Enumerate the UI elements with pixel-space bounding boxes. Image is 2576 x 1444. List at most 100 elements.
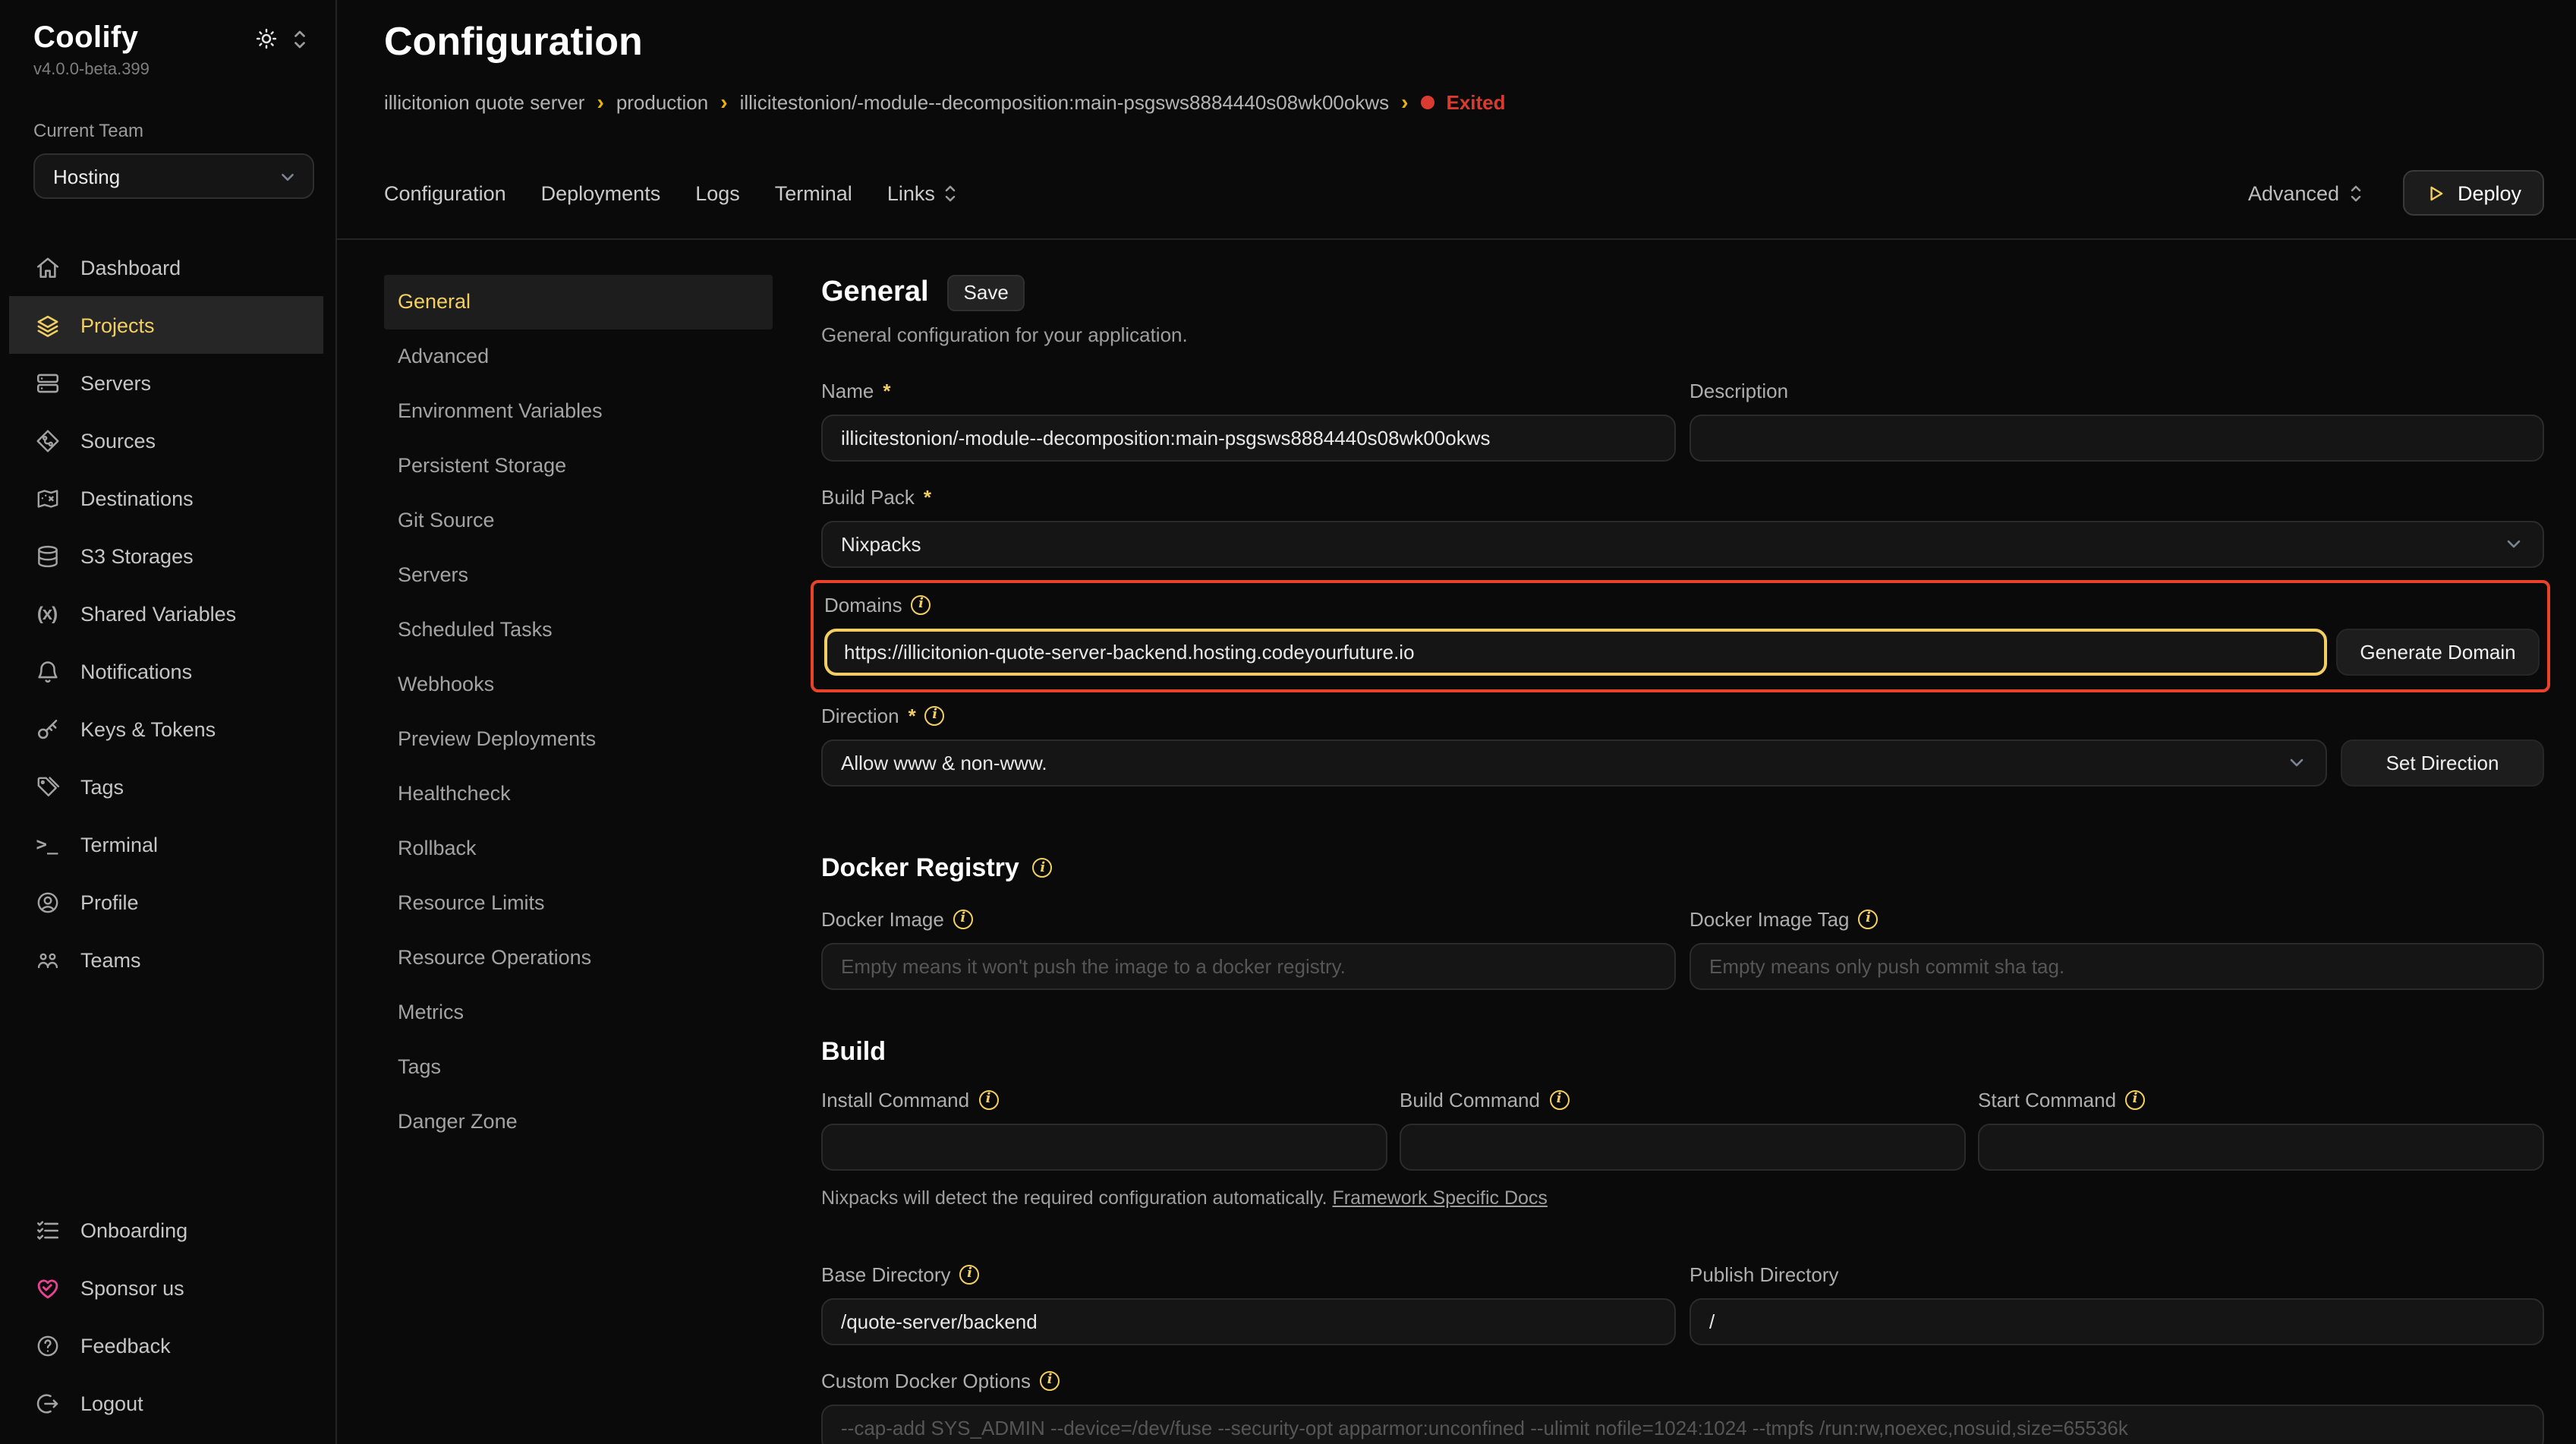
sidebar-item-onboarding[interactable]: Onboarding	[9, 1201, 323, 1259]
sidebar: Coolify v4.0.0-beta.399 Current Team Hos…	[0, 0, 337, 1444]
name-input[interactable]	[821, 415, 1676, 462]
layers-icon	[33, 311, 61, 339]
subnav-item-rollback[interactable]: Rollback	[384, 821, 773, 876]
tab-logs[interactable]: Logs	[695, 181, 740, 204]
general-form: General Save General configuration for y…	[821, 275, 2544, 1444]
database-icon	[33, 542, 61, 569]
section-title-general: General	[821, 276, 929, 310]
user-icon	[33, 888, 61, 916]
sidebar-item-servers[interactable]: Servers	[9, 354, 323, 411]
subnav-item-metrics[interactable]: Metrics	[384, 985, 773, 1040]
name-label: Name	[821, 380, 874, 402]
sidebar-item-projects[interactable]: Projects	[9, 296, 323, 354]
docker-image-label: Docker Image	[821, 908, 944, 931]
chevron-right-icon: ›	[597, 89, 603, 113]
subnav-item-scheduled-tasks[interactable]: Scheduled Tasks	[384, 603, 773, 657]
sidebar-item-teams[interactable]: Teams	[9, 931, 323, 988]
chevron-right-icon: ›	[720, 89, 727, 113]
subnav-item-persistent-storage[interactable]: Persistent Storage	[384, 439, 773, 493]
info-icon[interactable]: i	[953, 910, 973, 929]
build-pack-select[interactable]: Nixpacks	[821, 521, 2544, 568]
sidebar-item-dashboard[interactable]: Dashboard	[9, 238, 323, 296]
domains-input[interactable]	[824, 629, 2327, 676]
sidebar-item-feedback[interactable]: Feedback	[9, 1316, 323, 1374]
sidebar-item-notifications[interactable]: Notifications	[9, 642, 323, 700]
info-icon[interactable]: i	[1033, 859, 1053, 878]
subnav-item-advanced[interactable]: Advanced	[384, 329, 773, 384]
sidebar-item-shared-variables[interactable]: (x) Shared Variables	[9, 585, 323, 642]
subnav-item-general[interactable]: General	[384, 275, 773, 329]
server-icon	[33, 369, 61, 396]
subnav-item-resource-limits[interactable]: Resource Limits	[384, 876, 773, 931]
breadcrumb-application[interactable]: illicitestonion/-module--decomposition:m…	[740, 91, 1390, 114]
advanced-dropdown[interactable]: Advanced	[2248, 181, 2363, 204]
build-command-label: Build Command	[1400, 1089, 1540, 1111]
info-icon[interactable]: i	[1859, 910, 1878, 929]
sidebar-item-profile[interactable]: Profile	[9, 873, 323, 931]
framework-docs-link[interactable]: Framework Specific Docs	[1333, 1187, 1548, 1209]
tab-terminal[interactable]: Terminal	[775, 181, 852, 204]
deploy-button[interactable]: Deploy	[2403, 170, 2544, 216]
sidebar-item-terminal[interactable]: >_ Terminal	[9, 815, 323, 873]
info-icon[interactable]: i	[2125, 1090, 2145, 1110]
app-version: v4.0.0-beta.399	[33, 61, 150, 79]
info-icon[interactable]: i	[1549, 1090, 1569, 1110]
save-button[interactable]: Save	[947, 275, 1025, 311]
base-directory-input[interactable]	[821, 1298, 1676, 1345]
direction-label: Direction	[821, 705, 899, 727]
base-directory-label: Base Directory	[821, 1263, 951, 1286]
info-icon[interactable]: i	[978, 1090, 998, 1110]
install-command-input[interactable]	[821, 1124, 1387, 1171]
sidebar-item-s3-storages[interactable]: S3 Storages	[9, 527, 323, 585]
subnav-item-tags[interactable]: Tags	[384, 1040, 773, 1095]
sidebar-nav: Dashboard Projects Servers Sources	[9, 238, 323, 988]
team-select[interactable]: Hosting	[33, 153, 314, 199]
tab-deployments[interactable]: Deployments	[541, 181, 661, 204]
sidebar-item-keys-tokens[interactable]: Keys & Tokens	[9, 700, 323, 758]
sidebar-item-tags[interactable]: Tags	[9, 758, 323, 815]
custom-docker-options-input[interactable]	[821, 1405, 2544, 1444]
chevron-right-icon: ›	[1401, 89, 1408, 113]
info-icon[interactable]: i	[912, 595, 931, 615]
generate-domain-button[interactable]: Generate Domain	[2336, 629, 2540, 676]
breadcrumb-project[interactable]: illicitonion quote server	[384, 91, 584, 114]
subnav-item-preview-deployments[interactable]: Preview Deployments	[384, 712, 773, 767]
build-command-input[interactable]	[1400, 1124, 1966, 1171]
docker-image-tag-input[interactable]	[1690, 943, 2544, 990]
direction-select[interactable]: Allow www & non-www.	[821, 739, 2327, 787]
chevron-up-down-icon[interactable]	[291, 28, 308, 49]
sidebar-item-logout[interactable]: Logout	[9, 1374, 323, 1432]
help-icon	[33, 1332, 61, 1359]
brand-logo[interactable]: Coolify	[33, 21, 150, 56]
subnav-item-servers[interactable]: Servers	[384, 548, 773, 603]
subnav-item-environment-variables[interactable]: Environment Variables	[384, 384, 773, 439]
subnav-item-git-source[interactable]: Git Source	[384, 493, 773, 548]
build-heading: Build	[821, 1037, 886, 1067]
tab-links[interactable]: Links	[887, 181, 958, 204]
sidebar-item-destinations[interactable]: Destinations	[9, 469, 323, 527]
breadcrumb-environment[interactable]: production	[616, 91, 708, 114]
subnav-item-danger-zone[interactable]: Danger Zone	[384, 1095, 773, 1149]
chevron-down-icon	[2286, 752, 2307, 774]
info-icon[interactable]: i	[925, 706, 945, 726]
set-direction-button[interactable]: Set Direction	[2341, 739, 2544, 787]
description-input[interactable]	[1690, 415, 2544, 462]
publish-directory-label: Publish Directory	[1690, 1263, 1839, 1286]
publish-directory-input[interactable]	[1690, 1298, 2544, 1345]
divider	[337, 238, 2576, 240]
info-icon[interactable]: i	[1040, 1371, 1060, 1391]
chevron-down-icon	[278, 166, 298, 186]
tab-configuration[interactable]: Configuration	[384, 181, 506, 204]
start-command-input[interactable]	[1978, 1124, 2544, 1171]
build-pack-label: Build Pack	[821, 486, 915, 509]
subnav-item-webhooks[interactable]: Webhooks	[384, 657, 773, 712]
info-icon[interactable]: i	[960, 1265, 980, 1285]
subnav-item-resource-operations[interactable]: Resource Operations	[384, 931, 773, 985]
docker-image-input[interactable]	[821, 943, 1676, 990]
status-badge: Exited	[1447, 91, 1506, 114]
sun-icon[interactable]	[255, 27, 278, 50]
subnav-item-healthcheck[interactable]: Healthcheck	[384, 767, 773, 821]
page-title: Configuration	[384, 18, 2544, 65]
sidebar-item-sources[interactable]: Sources	[9, 411, 323, 469]
sidebar-item-sponsor-us[interactable]: Sponsor us	[9, 1259, 323, 1316]
